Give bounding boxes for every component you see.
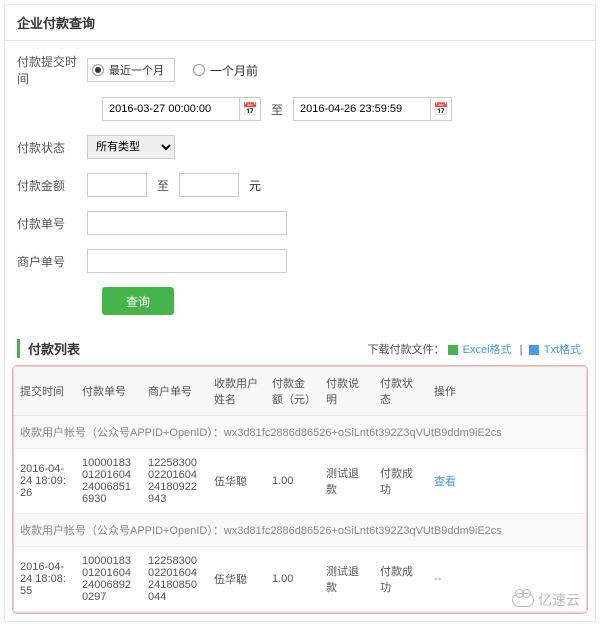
col-merno: 商户单号	[142, 367, 208, 416]
radio-before-month[interactable]: 一个月前	[193, 62, 258, 79]
merno-input[interactable]	[87, 249, 287, 273]
download-txt-link[interactable]: Txt格式	[544, 344, 581, 356]
label-merno: 商户单号	[17, 253, 87, 270]
query-button[interactable]: 查询	[102, 287, 174, 315]
col-desc: 付款说明	[320, 367, 374, 416]
account-row: 收款用户帐号（公众号APPID+OpenID）：wx3d81fc2886d865…	[14, 416, 586, 449]
radio-recent-month[interactable]: 最近一个月	[87, 58, 175, 82]
amount-to-input[interactable]	[179, 173, 239, 197]
date-to-input[interactable]	[293, 97, 431, 121]
label-time: 付款提交时间	[17, 53, 87, 87]
status-select[interactable]: 所有类型	[87, 135, 175, 159]
list-title: 付款列表	[17, 339, 80, 358]
payno-input[interactable]	[87, 211, 287, 235]
page-title: 企业付款查询	[5, 5, 595, 41]
table-row: 2016-04-24 18:09:26 10000183012016042400…	[14, 449, 586, 514]
table-row: 2016-04-24 18:08:55 10000183012016042400…	[14, 547, 586, 612]
calendar-icon[interactable]: 📅	[430, 97, 452, 121]
txt-icon	[529, 345, 539, 355]
result-table: 提交时间 付款单号 商户单号 收款用户姓名 付款金额（元） 付款说明 付款状态 …	[13, 366, 587, 613]
view-link[interactable]: --	[434, 573, 441, 585]
yuan-label: 元	[249, 177, 261, 194]
label-payno: 付款单号	[17, 215, 87, 232]
col-payno: 付款单号	[76, 367, 142, 416]
to-separator: 至	[271, 101, 283, 118]
account-row: 收款用户帐号（公众号APPID+OpenID）：wx3d81fc2886d865…	[14, 514, 586, 547]
excel-icon	[448, 345, 458, 355]
col-amt: 付款金额（元）	[266, 367, 320, 416]
view-link[interactable]: 查看	[434, 476, 456, 488]
col-name: 收款用户姓名	[208, 367, 266, 416]
calendar-icon[interactable]: 📅	[239, 97, 261, 121]
label-status: 付款状态	[17, 139, 87, 156]
download-area: 下载付款文件： Excel格式 | Txt格式	[368, 341, 583, 357]
query-form: 付款提交时间 最近一个月 一个月前 📅 至 📅 付款状态 所有类型 付款金额 至…	[5, 41, 595, 331]
amount-from-input[interactable]	[87, 173, 147, 197]
to-separator: 至	[157, 177, 169, 194]
col-status: 付款状态	[374, 367, 428, 416]
date-from-input[interactable]	[102, 97, 240, 121]
label-amount: 付款金额	[17, 177, 87, 194]
download-excel-link[interactable]: Excel格式	[463, 344, 512, 356]
col-op: 操作	[428, 367, 586, 416]
col-time: 提交时间	[14, 367, 76, 416]
